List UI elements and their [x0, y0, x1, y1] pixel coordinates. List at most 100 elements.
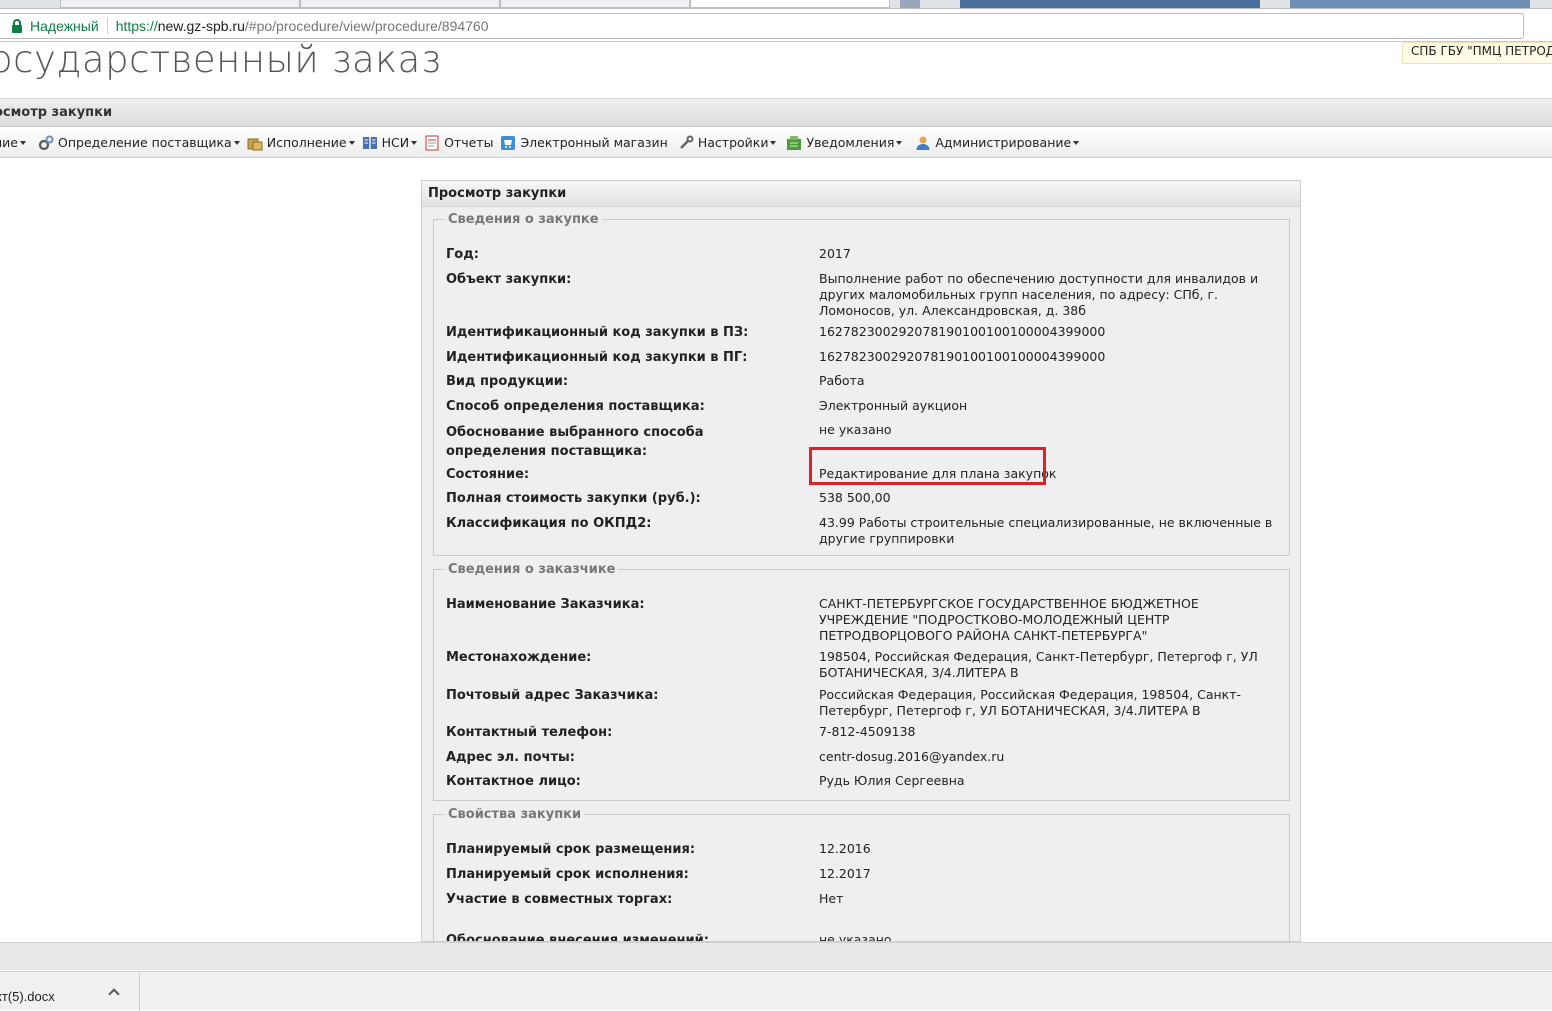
field-value: 162782300292078190100100100004399000	[819, 349, 1106, 364]
field-value: 162782300292078190100100100004399000	[819, 324, 1106, 339]
page-breadcrumb: осмотр закупки	[0, 99, 1552, 127]
field-value: 198504, Российская Федерация, Санкт-Пете…	[819, 649, 1258, 680]
field-value: не указано	[819, 422, 892, 437]
gears-icon	[38, 135, 54, 151]
field-value: САНКТ-ПЕТЕРБУРГСКОЕ ГОСУДАРСТВЕННОЕ БЮДЖ…	[819, 596, 1199, 643]
nav-item-nsi[interactable]: НСИ	[362, 135, 418, 151]
field-value: не указано	[819, 932, 892, 942]
browser-tab[interactable]	[500, 0, 690, 8]
field-label: Вид продукции:	[446, 374, 569, 389]
report-icon	[424, 135, 440, 151]
box-icon	[247, 135, 263, 151]
field-value: 43.99 Работы строительные специализирова…	[819, 515, 1273, 546]
chevron-down-icon	[411, 140, 418, 145]
field-label: Идентификационный код закупки в ПГ:	[446, 350, 748, 365]
chevron-down-icon	[233, 140, 240, 145]
section-legend: Сведения о заказчике	[448, 562, 616, 577]
field-label: Участие в совместных торгах:	[446, 892, 673, 907]
site-title[interactable]: осударственный заказ	[0, 38, 441, 81]
nav-item-label: Электронный магазин	[520, 135, 668, 150]
field-value: Выполнение работ по обеспечению доступно…	[819, 271, 1259, 318]
field-value: Российская Федерация, Российская Федерац…	[819, 687, 1242, 718]
omnibox-separator	[106, 18, 108, 34]
nav-item-label: Отчеты	[444, 135, 494, 150]
field-label: Полная стоимость закупки (руб.):	[446, 491, 701, 506]
field-label: Обоснование внесения изменений:	[446, 933, 709, 942]
nav-item-administration[interactable]: Администрирование	[915, 135, 1080, 151]
horizontal-scrollbar[interactable]	[0, 942, 1552, 970]
field-label: Планируемый срок исполнения:	[446, 867, 689, 882]
field-label: Объект закупки:	[446, 272, 572, 287]
chevron-down-icon	[896, 140, 903, 145]
browser-tab[interactable]	[300, 0, 500, 8]
field-value: 2017	[819, 246, 851, 261]
field-label: Классификация по ОКПД2:	[446, 516, 652, 531]
field-label: Наименование Заказчика:	[446, 597, 645, 612]
notification-icon	[786, 135, 802, 151]
chevron-down-icon	[348, 140, 355, 145]
nav-item-planning[interactable]: ние	[0, 135, 26, 150]
field-value: 538 500,00	[819, 490, 891, 505]
field-label: Способ определения поставщика:	[446, 399, 705, 414]
breadcrumb-label: осмотр закупки	[0, 105, 113, 120]
chevron-down-icon	[20, 140, 26, 145]
user-icon	[915, 135, 931, 151]
status-highlight-box	[809, 447, 1046, 485]
wrench-icon	[678, 135, 694, 151]
chevron-down-icon	[770, 140, 777, 145]
field-value: Работа	[819, 373, 865, 388]
field-value: 12.2017	[819, 866, 871, 881]
field-label: Идентификационный код закупки в ПЗ:	[446, 325, 749, 340]
nav-item-supplier-selection[interactable]: Определение поставщика	[38, 135, 240, 151]
field-value: 7-812-4509138	[819, 724, 916, 739]
field-label: Состояние:	[446, 467, 530, 482]
field-label: Почтовый адрес Заказчика:	[446, 688, 659, 703]
section-procurement-info: Сведения о закупке Год: 2017 Объект заку…	[433, 212, 1290, 556]
nav-item-label: Определение поставщика	[58, 135, 232, 150]
nav-item-e-shop[interactable]: Электронный магазин	[500, 135, 668, 151]
field-label: Планируемый срок размещения:	[446, 842, 696, 857]
field-label: Местонахождение:	[446, 650, 592, 665]
section-customer-info: Сведения о заказчике Наименование Заказч…	[433, 562, 1290, 801]
url-host: new.gz-spb.ru	[157, 18, 245, 34]
field-label: Обоснование выбранного способа определен…	[446, 425, 704, 459]
field-label: Контактное лицо:	[446, 774, 581, 789]
field-value: Рудь Юлия Сергеевна	[819, 773, 965, 788]
downloads-bar: кт(5).docx	[0, 971, 1552, 1011]
section-procurement-properties: Свойства закупки Планируемый срок размещ…	[433, 807, 1290, 942]
cart-icon	[500, 135, 516, 151]
field-label: Адрес эл. почты:	[446, 750, 575, 765]
url-path: /#po/procedure/view/procedure/894760	[244, 18, 489, 34]
nav-item-execution[interactable]: Исполнение	[247, 135, 355, 151]
url-scheme: https://	[115, 18, 158, 34]
browser-tab-active[interactable]	[690, 0, 890, 8]
download-file-name: кт(5).docx	[0, 989, 55, 1004]
nav-item-label: Уведомления	[806, 135, 895, 150]
field-value: Нет	[819, 891, 844, 906]
field-value: Электронный аукцион	[819, 398, 968, 413]
chevron-up-icon[interactable]	[108, 988, 120, 1000]
organization-badge[interactable]: СПБ ГБУ "ПМЦ ПЕТРОДВО	[1402, 42, 1552, 64]
url-omnibox[interactable]: Надежный https://new.gz-spb.ru/#po/proce…	[0, 13, 1524, 39]
field-value: centr-dosug.2016@yandex.ru	[819, 749, 1005, 764]
url-text[interactable]: https://new.gz-spb.ru/#po/procedure/view…	[116, 18, 489, 34]
main-nav: ние Определение поставщика Исполнение НС…	[0, 128, 1552, 158]
book-icon	[362, 135, 378, 151]
site-header: осударственный заказ СПБ ГБУ "ПМЦ ПЕТРОД…	[0, 38, 1552, 99]
nav-item-reports[interactable]: Отчеты	[424, 135, 493, 151]
section-legend: Свойства закупки	[448, 807, 582, 822]
field-label: Год:	[446, 247, 479, 262]
download-item[interactable]: кт(5).docx	[0, 972, 140, 1011]
procurement-view-panel: Просмотр закупки Сведения о закупке Год:…	[421, 180, 1301, 942]
browser-tab[interactable]	[60, 0, 300, 8]
nav-item-label: Настройки	[697, 135, 769, 150]
lock-icon[interactable]	[10, 19, 24, 33]
field-label: Контактный телефон:	[446, 725, 613, 740]
secure-label[interactable]: Надежный	[30, 18, 99, 34]
chevron-down-icon	[1073, 140, 1080, 145]
nav-item-settings[interactable]: Настройки	[678, 135, 777, 151]
nav-item-label: ние	[0, 135, 18, 150]
field-value: 12.2016	[819, 841, 871, 856]
nav-item-label: Администрирование	[935, 135, 1072, 150]
nav-item-notifications[interactable]: Уведомления	[786, 135, 903, 151]
